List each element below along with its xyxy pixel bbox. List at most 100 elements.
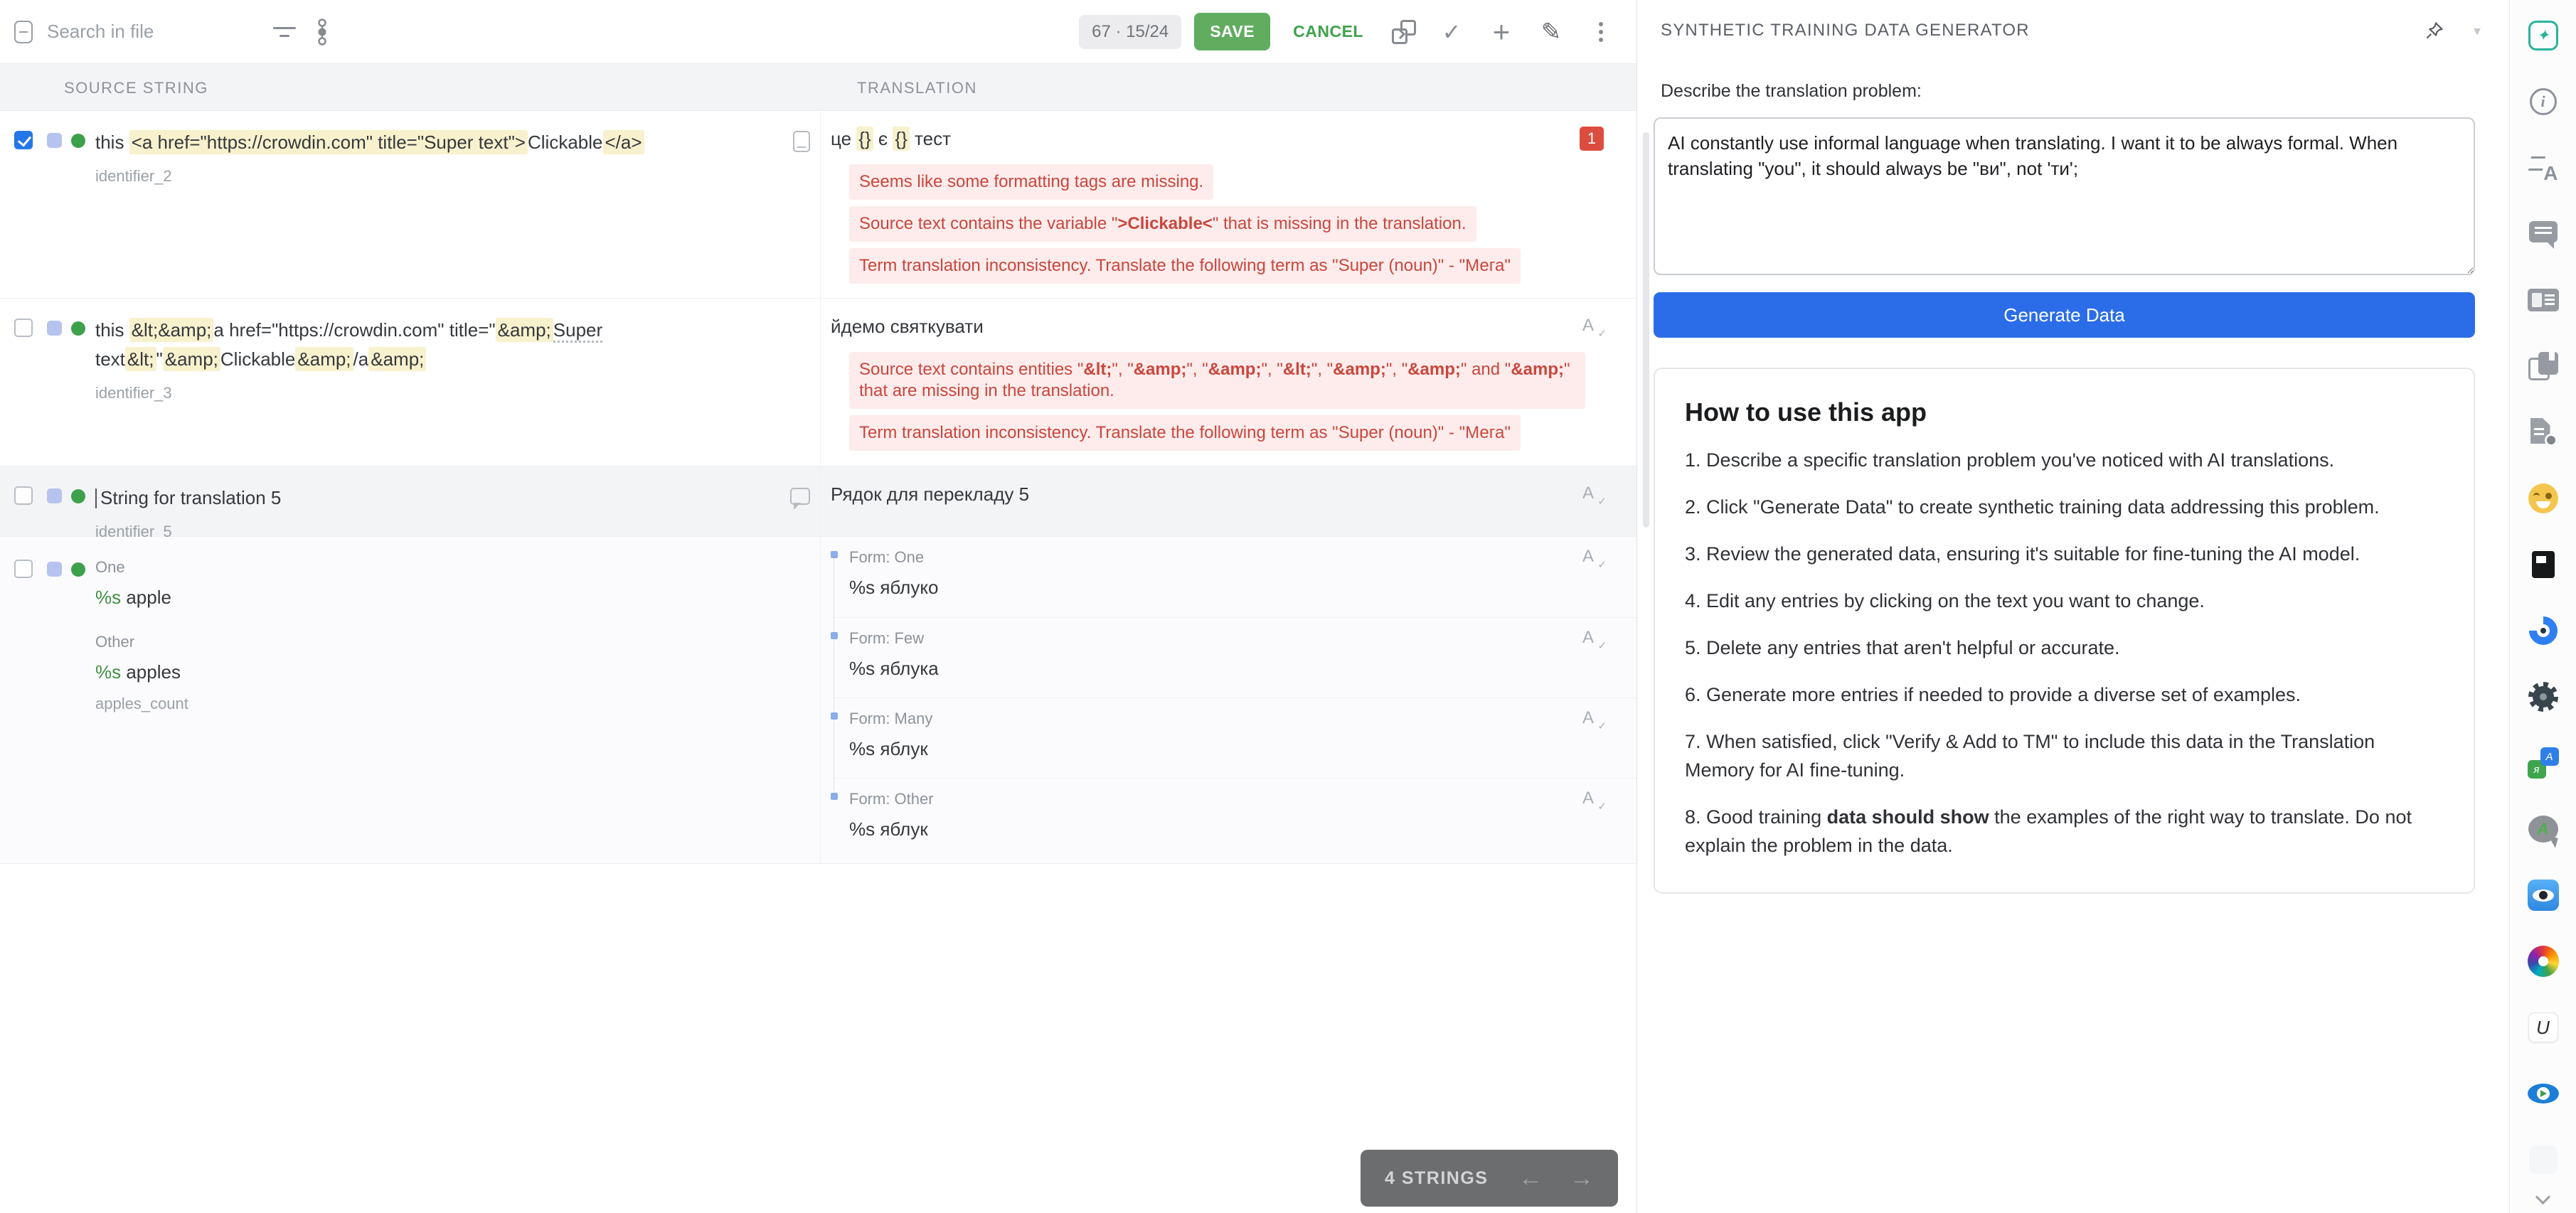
info-icon[interactable]: [2528, 86, 2559, 117]
translation-cell[interactable]: Рядок для перекладу 5: [820, 466, 1636, 536]
translation-cell: Form: One %s яблуко Form: Few %s яблука …: [820, 537, 1636, 863]
string-identifier: identifier_3: [95, 384, 820, 402]
emoji-app-icon[interactable]: [2528, 483, 2559, 514]
string-row-1[interactable]: this <a href="https://crowdin.com" title…: [0, 111, 1636, 299]
column-headers: SOURCE STRING TRANSLATION: [0, 64, 1636, 111]
string-identifier: apples_count: [95, 695, 820, 713]
comments-icon[interactable]: [2528, 218, 2559, 250]
source-cell: One %s apple Other %s apples apples_coun…: [0, 537, 820, 863]
gear-app-icon[interactable]: [2528, 681, 2559, 712]
text-caret: [95, 488, 97, 508]
plural-form-other[interactable]: Form: Other %s яблук: [831, 778, 1636, 858]
row-checkbox[interactable]: [14, 560, 33, 578]
view-options-icon[interactable]: [317, 18, 327, 46]
row-checkbox-checked[interactable]: [14, 131, 33, 149]
comment-icon[interactable]: [790, 488, 810, 505]
glossary-icon[interactable]: [2528, 351, 2559, 382]
plural-form-value: %s apple: [95, 587, 820, 609]
plural-form-label: Other: [95, 633, 820, 651]
file-context-icon[interactable]: [2528, 417, 2559, 448]
proofread-icon[interactable]: [1582, 316, 1602, 337]
grammar-chat-icon[interactable]: [2528, 813, 2559, 845]
eye-preview-app-icon[interactable]: [2528, 880, 2559, 911]
howto-step-5: 5. Delete any entries that aren't helpfu…: [1685, 634, 2444, 662]
proofread-icon[interactable]: [1582, 547, 1602, 568]
qa-errors: Source text contains entities "&lt;", "&…: [849, 352, 1636, 451]
translation-cell[interactable]: йдемо святкувати Source text contains en…: [820, 299, 1636, 466]
scroll-down-chevron-icon[interactable]: [2536, 1190, 2550, 1204]
cancel-button[interactable]: CANCEL: [1286, 14, 1371, 50]
copy-source-icon[interactable]: [1392, 20, 1416, 44]
status-dot: [71, 134, 85, 148]
more-app-placeholder[interactable]: [2528, 1144, 2559, 1175]
generate-data-button[interactable]: Generate Data: [1654, 292, 2475, 338]
search-input[interactable]: [47, 21, 260, 43]
context-document-icon[interactable]: [793, 131, 810, 152]
previous-page-arrow[interactable]: [1518, 1166, 1543, 1190]
collapse-panel-icon[interactable]: [14, 21, 33, 43]
letter-u-app-icon[interactable]: [2528, 1012, 2559, 1043]
source-cell: this <a href="https://crowdin.com" title…: [0, 111, 820, 298]
string-row-2[interactable]: this &lt;&amp;a href="https://crowdin.co…: [0, 299, 1636, 466]
color-wheel-app-icon[interactable]: [2528, 946, 2559, 977]
plural-source: One %s apple Other %s apples apples_coun…: [95, 558, 820, 713]
qa-error: Source text contains entities "&lt;", "&…: [849, 352, 1585, 409]
proofread-icon[interactable]: [1582, 483, 1602, 505]
problem-description-textarea[interactable]: AI constantly use informal language when…: [1654, 117, 2475, 275]
row-checkbox[interactable]: [14, 319, 33, 337]
translation-column-header: TRANSLATION: [857, 79, 977, 97]
pin-icon[interactable]: [2424, 20, 2445, 41]
proofread-icon[interactable]: [1582, 789, 1602, 810]
status-square: [47, 133, 62, 148]
source-cell: String for translation 5 identifier_5: [0, 466, 820, 536]
howto-card: How to use this app 1. Describe a specif…: [1654, 368, 2475, 894]
source-cell: this &lt;&amp;a href="https://crowdin.co…: [0, 299, 820, 466]
howto-step-2: 2. Click "Generate Data" to create synth…: [1685, 493, 2444, 521]
plural-form-many[interactable]: Form: Many %s яблук: [831, 698, 1636, 778]
more-options-icon[interactable]: [1587, 18, 1615, 46]
plural-form-one[interactable]: Form: One %s яблуко: [831, 537, 1636, 617]
edit-icon[interactable]: [1537, 18, 1565, 46]
crowdin-editor: 67 · 15/24 SAVE CANCEL SOURCE STRING TRA…: [0, 0, 2576, 1213]
status-dot: [71, 321, 85, 336]
row-checkbox[interactable]: [14, 486, 33, 505]
status-square: [47, 562, 62, 577]
howto-step-1: 1. Describe a specific translation probl…: [1685, 446, 2444, 474]
plural-form-value: %s apples: [95, 661, 820, 683]
save-button[interactable]: SAVE: [1194, 13, 1270, 50]
visual-review-app-icon[interactable]: [2528, 1078, 2559, 1109]
source-text: this &lt;&amp;a href="https://crowdin.co…: [95, 316, 664, 374]
translate-puzzle-icon[interactable]: [2528, 747, 2559, 779]
collapse-app-chevron-icon[interactable]: [2474, 22, 2481, 40]
proofread-icon[interactable]: [1582, 708, 1602, 730]
plural-forms: Form: One %s яблуко Form: Few %s яблука …: [831, 537, 1636, 858]
translation-text: йдемо святкувати: [831, 316, 1636, 338]
string-row-3-selected[interactable]: String for translation 5 identifier_5 Ря…: [0, 466, 1636, 537]
editor-toolbar: 67 · 15/24 SAVE CANCEL: [0, 0, 1636, 64]
qa-error: Term translation inconsistency. Translat…: [849, 415, 1521, 451]
issue-count-badge[interactable]: 1: [1580, 127, 1604, 151]
plural-form-few[interactable]: Form: Few %s яблука: [831, 617, 1636, 698]
source-column-header: SOURCE STRING: [64, 79, 208, 97]
strings-count-bar: 4 STRINGS: [1361, 1150, 1618, 1207]
apps-sidebar: [2509, 0, 2576, 1213]
string-counter: 67 · 15/24: [1079, 15, 1181, 49]
approve-icon[interactable]: [1437, 18, 1466, 46]
gauge-app-icon[interactable]: [2528, 615, 2559, 646]
qa-error: Source text contains the variable ">Clic…: [849, 206, 1476, 242]
synthetic-data-generator-icon[interactable]: [2528, 20, 2559, 51]
string-row-4-plural[interactable]: One %s apple Other %s apples apples_coun…: [0, 537, 1636, 864]
next-page-arrow[interactable]: [1570, 1166, 1594, 1190]
tm-suggestions-icon[interactable]: [2528, 284, 2559, 316]
panel-resize-handle[interactable]: [1643, 132, 1649, 528]
add-string-icon[interactable]: [1487, 18, 1516, 46]
howto-step-8: 8. Good training data should show the ex…: [1685, 803, 2444, 860]
filter-icon[interactable]: [273, 27, 296, 37]
proofread-icon[interactable]: [1582, 628, 1602, 649]
source-text: String for translation 5: [95, 483, 787, 513]
howto-step-6: 6. Generate more entries if needed to pr…: [1685, 680, 2444, 709]
machine-translation-icon[interactable]: [2528, 152, 2559, 183]
translation-cell[interactable]: це {} є {} тест Seems like some formatti…: [820, 111, 1636, 298]
status-dot: [71, 562, 85, 577]
dictionary-book-icon[interactable]: [2528, 549, 2559, 580]
